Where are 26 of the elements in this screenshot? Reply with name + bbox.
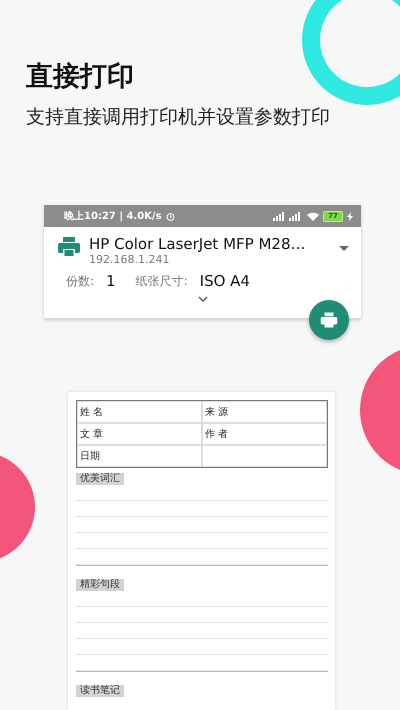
printer-address: 192.168.1.241: [89, 253, 170, 266]
status-time: 晚上10:27 | 4.0K/s: [64, 210, 162, 223]
section-label: 优美词汇: [76, 473, 124, 485]
setting-value[interactable]: 1: [106, 272, 116, 290]
charging-icon: [347, 212, 353, 220]
setting-label: 纸张尺寸:: [136, 272, 188, 290]
section-label: 精彩句段: [76, 579, 124, 591]
table-cell: 来 源: [202, 401, 327, 423]
print-button[interactable]: [309, 300, 349, 340]
page-title: 直接打印: [26, 60, 134, 94]
printer-name[interactable]: HP Color LaserJet MFP M28…: [89, 235, 331, 253]
expand-chevron-icon[interactable]: [198, 296, 208, 302]
setting-label: 份数:: [66, 272, 94, 290]
setting-value[interactable]: ISO A4: [200, 272, 250, 290]
table-cell: 文 章: [77, 423, 202, 445]
table-cell: 作 者: [202, 423, 327, 445]
section-label: 读书笔记: [76, 685, 124, 697]
signal-icon: [273, 212, 303, 220]
printer-icon: [320, 311, 338, 329]
alarm-icon: [166, 212, 175, 220]
printer-icon: [57, 235, 81, 259]
table-cell: 日期: [77, 445, 202, 467]
page-subtitle: 支持直接调用打印机并设置参数打印: [26, 105, 330, 130]
wifi-icon: [307, 212, 319, 220]
dropdown-caret-icon[interactable]: [339, 246, 349, 251]
table-cell: 姓 名: [77, 401, 202, 423]
